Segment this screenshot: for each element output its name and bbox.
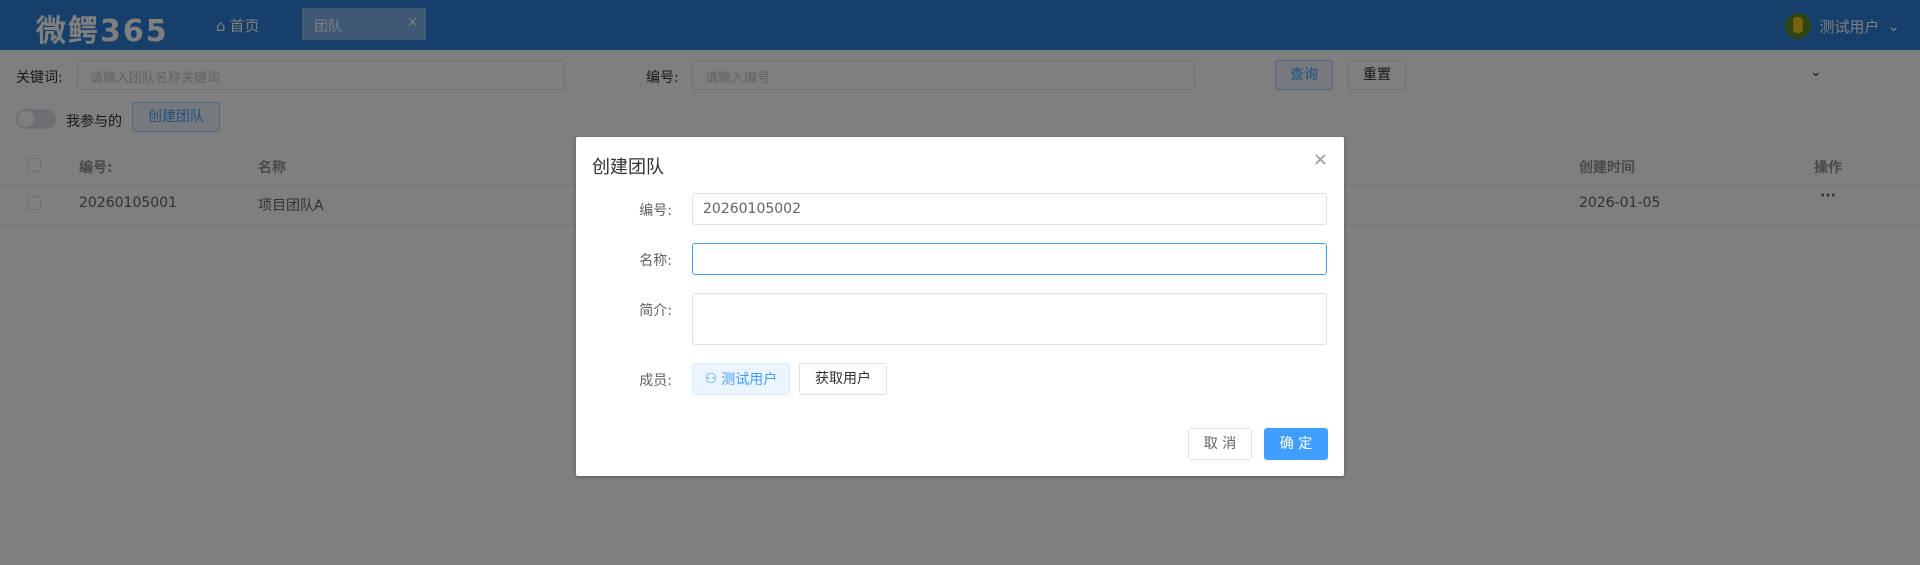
name-label: 名称: [639,253,672,269]
intro-textarea[interactable] [692,293,1327,345]
member-tag-label: 测试用户 [721,372,778,388]
dialog-title: 创建团队 [592,157,664,178]
fetch-users-button[interactable]: 获取用户 [799,363,887,395]
intro-label: 简介: [639,303,672,319]
code-field[interactable]: 20260105002 [692,193,1327,225]
member-tag[interactable]: ⚇ 测试用户 [692,363,790,395]
confirm-button[interactable]: 确 定 [1264,428,1328,460]
members-label: 成员: [639,373,672,389]
cancel-button[interactable]: 取 消 [1188,428,1252,460]
code-label: 编号: [639,203,672,219]
name-field[interactable] [692,243,1327,275]
user-icon: ⚇ [704,371,718,387]
close-icon[interactable]: × [1313,149,1328,170]
create-team-dialog: 创建团队 × 编号: 20260105002 名称: 简介: 成员: ⚇ 测试用… [576,137,1344,476]
